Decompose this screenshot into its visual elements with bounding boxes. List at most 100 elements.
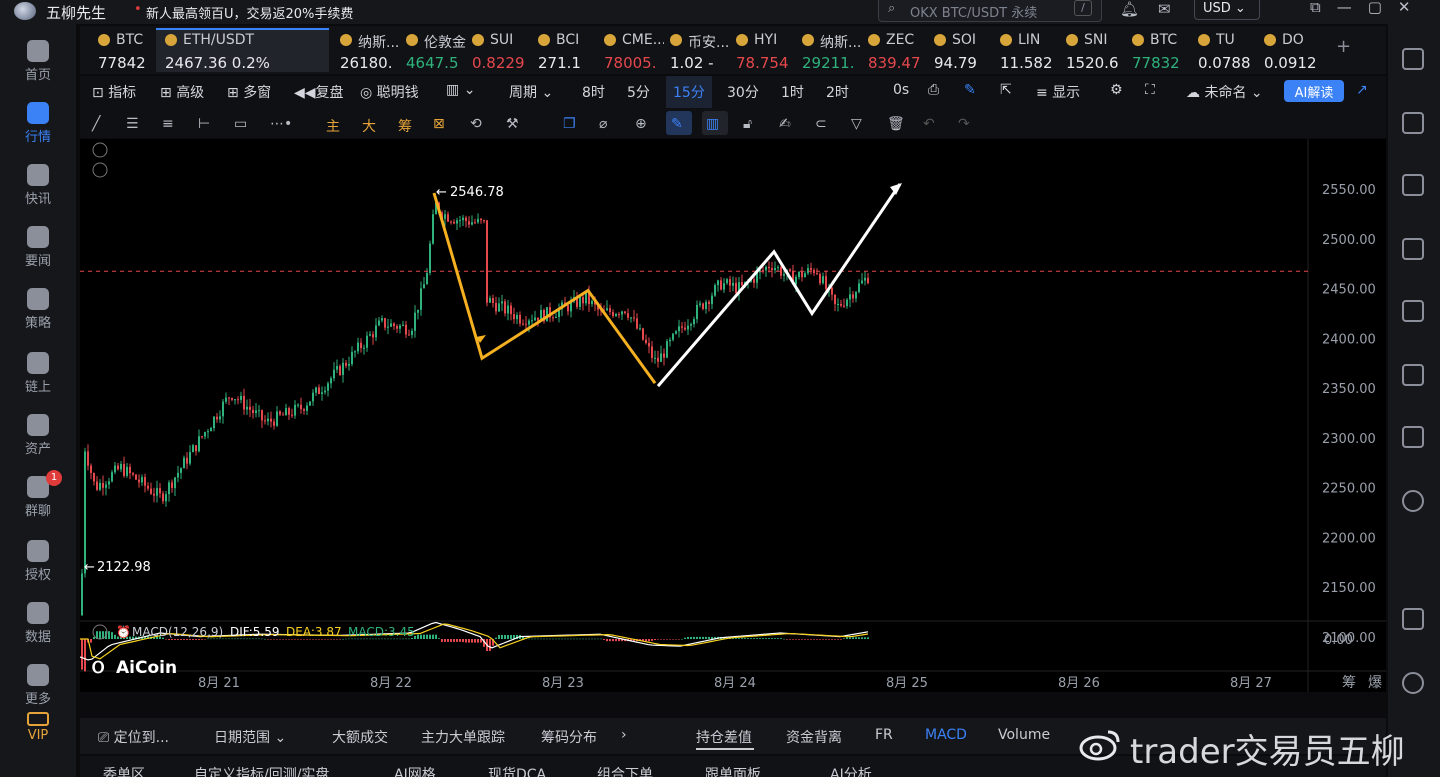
bot-icon[interactable] xyxy=(1402,426,1424,448)
ticker-item[interactable]: CME... 78005. xyxy=(604,28,664,72)
chip-distribution-tab[interactable]: 筹码分布 xyxy=(541,727,597,747)
dot-line-icon[interactable]: ⋯• xyxy=(270,116,292,132)
indicators-button[interactable]: ⊡ 指标 xyxy=(92,82,136,102)
ray-tool-icon[interactable]: ⊢ xyxy=(198,116,210,132)
date-range-button[interactable]: 日期范围 ⌄ xyxy=(214,727,286,747)
sidebar-item-1[interactable]: 行情 xyxy=(0,102,76,145)
zoom-icon[interactable]: ⊕ xyxy=(635,116,647,132)
user-avatar[interactable] xyxy=(14,2,36,20)
trend-icon[interactable] xyxy=(1402,238,1424,260)
sidebar-item-6[interactable]: 资产 xyxy=(0,414,76,457)
tf-1h[interactable]: 1时 xyxy=(781,82,804,102)
document-icon[interactable] xyxy=(1402,112,1424,134)
tab-orders[interactable]: 委单区 xyxy=(103,764,145,777)
ticker-item[interactable]: 纳斯... 26180. xyxy=(340,28,400,72)
advanced-button[interactable]: ⊞ 高级 xyxy=(160,82,204,102)
sidebar-item-2[interactable]: 快讯 xyxy=(0,164,76,207)
fullscreen-icon[interactable]: ⛶ xyxy=(1145,82,1155,98)
copy-icon[interactable]: ❐ xyxy=(563,116,576,132)
fr-tab[interactable]: FR xyxy=(875,727,893,743)
chart-type-button[interactable]: ▥ ⌄ xyxy=(446,82,475,98)
trash-icon[interactable]: 🗑︎ xyxy=(887,116,905,132)
settings-icon[interactable]: ⚙ xyxy=(1110,82,1123,98)
price-icon[interactable] xyxy=(1402,174,1424,196)
hline-tool-icon[interactable]: ☰ xyxy=(126,116,139,132)
ticker-item[interactable]: SNI 1520.6 xyxy=(1066,28,1122,72)
ticker-item[interactable]: BTC 77842 xyxy=(98,28,148,72)
big-trades-tab[interactable]: 大额成交 xyxy=(332,727,388,747)
tab-spot-dca[interactable]: 现货DCA xyxy=(488,764,546,777)
main-toggle[interactable]: 主 xyxy=(326,116,340,136)
tf-15m[interactable]: 15分 xyxy=(673,82,705,102)
tab-custom-indicator[interactable]: 自定义指标/回测/实盘 xyxy=(194,764,329,777)
currency-select[interactable]: USD ⌄ xyxy=(1194,0,1260,20)
trend-arrow-icon[interactable]: ↗ xyxy=(1356,82,1368,98)
sidebar-item-11[interactable]: VIP xyxy=(0,712,76,743)
sidebar-item-5[interactable]: 链上 xyxy=(0,352,76,395)
bars-icon[interactable]: ▥ xyxy=(706,116,719,132)
macd-tab[interactable]: MACD xyxy=(925,727,967,743)
ticker-item[interactable]: LIN 11.582 xyxy=(1000,28,1056,72)
rect-tool-icon[interactable]: ▭ xyxy=(234,116,247,132)
ticker-item[interactable]: HYI 78.754 xyxy=(736,28,792,72)
tab-copy-panel[interactable]: 跟单面板 xyxy=(705,764,761,777)
ticker-item[interactable]: SUI 0.8229 xyxy=(472,28,528,72)
tab-ai-analysis[interactable]: AI分析 xyxy=(830,764,872,777)
ticker-item[interactable]: ETH/USDT 2467.36 0.2% xyxy=(165,28,315,72)
sidebar-item-7[interactable]: 群聊 1 xyxy=(0,470,76,519)
monitor-icon[interactable] xyxy=(1402,300,1424,322)
headset-icon[interactable] xyxy=(1402,672,1424,694)
ruler-icon[interactable]: ⌀ xyxy=(599,116,607,132)
share-icon[interactable]: ⇱ xyxy=(1000,82,1012,98)
pen-icon[interactable]: ✎ xyxy=(964,82,976,98)
sidebar-item-8[interactable]: 授权 xyxy=(0,540,76,583)
ticker-item[interactable]: BTC 77832 xyxy=(1132,28,1188,72)
order-book-icon[interactable] xyxy=(1402,48,1424,70)
tool-icon[interactable]: ⚒ xyxy=(506,116,519,132)
tf-2h[interactable]: 2时 xyxy=(826,82,849,102)
sidebar-item-9[interactable]: 数据 xyxy=(0,602,76,645)
oi-diff-tab[interactable]: 持仓差值 xyxy=(696,727,752,747)
chart-area[interactable]: 2550.00 2500.00 2450.00 2400.00 2350.00 2300.… xyxy=(79,139,1386,692)
bell-icon[interactable]: 🔔︎ xyxy=(1120,0,1139,18)
undo-icon[interactable]: ↶ xyxy=(923,116,935,132)
channel-tool-icon[interactable]: ≡ xyxy=(162,116,174,132)
period-button[interactable]: 周期 ⌄ xyxy=(509,82,553,102)
fund-divergence-tab[interactable]: 资金背离 xyxy=(786,727,842,747)
ticker-item[interactable]: TU 0.0788 xyxy=(1198,28,1254,72)
tf-30m[interactable]: 30分 xyxy=(727,82,759,102)
window-controls[interactable]: ⧉—▢✕ xyxy=(1310,0,1426,16)
tf-5m[interactable]: 5分 xyxy=(627,82,650,102)
volume-tab[interactable]: Volume xyxy=(998,727,1050,743)
whale-tracking-tab[interactable]: 主力大单跟踪 xyxy=(421,727,505,747)
locate-button[interactable]: ⎚ 定位到... xyxy=(98,727,169,747)
tab-ai-grid[interactable]: AI网格 xyxy=(394,764,436,777)
ai-read-button[interactable]: AI解读 xyxy=(1284,80,1344,102)
sidebar-item-0[interactable]: 首页 xyxy=(0,40,76,83)
sync-icon[interactable]: ⟲ xyxy=(470,116,482,132)
sidebar-item-3[interactable]: 要闻 xyxy=(0,226,76,269)
chevron-right-icon[interactable]: › xyxy=(621,727,627,743)
add-ticker-icon[interactable]: + xyxy=(1336,36,1351,57)
mail-icon[interactable]: ✉ xyxy=(1158,0,1171,18)
ticker-item[interactable]: 伦敦金 4647.5 xyxy=(406,28,466,72)
price-chart[interactable]: 2550.00 2500.00 2450.00 2400.00 2350.00 2300.… xyxy=(79,139,1386,692)
tf-8h[interactable]: 8时 xyxy=(582,82,605,102)
sidebar-item-10[interactable]: 更多 xyxy=(0,664,76,707)
ticker-item[interactable]: ZEC 839.47 xyxy=(868,28,924,72)
ticker-item[interactable]: DO 0.0912 xyxy=(1264,28,1320,72)
filter-icon[interactable]: ▽ xyxy=(851,116,862,132)
replay-button[interactable]: ◀◀复盘 xyxy=(294,82,344,102)
magnet-icon[interactable]: ⊂ xyxy=(815,116,827,132)
tab-combo-order[interactable]: 组合下单 xyxy=(597,764,653,777)
layout-name-button[interactable]: ☁ 未命名 ⌄ xyxy=(1186,82,1263,102)
display-button[interactable]: ≡ 显示 xyxy=(1036,82,1080,102)
ticker-item[interactable]: 币安... 1.02 - xyxy=(670,28,730,72)
ticker-item[interactable]: SOI 94.79 xyxy=(934,28,990,72)
line-tool-icon[interactable]: ╱ xyxy=(92,116,100,132)
exchange-icon[interactable] xyxy=(1402,490,1424,512)
layout-icon[interactable] xyxy=(1402,608,1424,630)
chips-toggle[interactable]: 筹 xyxy=(398,116,412,136)
sidebar-item-4[interactable]: 策略 xyxy=(0,288,76,331)
camera-icon[interactable]: ⎙ xyxy=(928,82,939,98)
